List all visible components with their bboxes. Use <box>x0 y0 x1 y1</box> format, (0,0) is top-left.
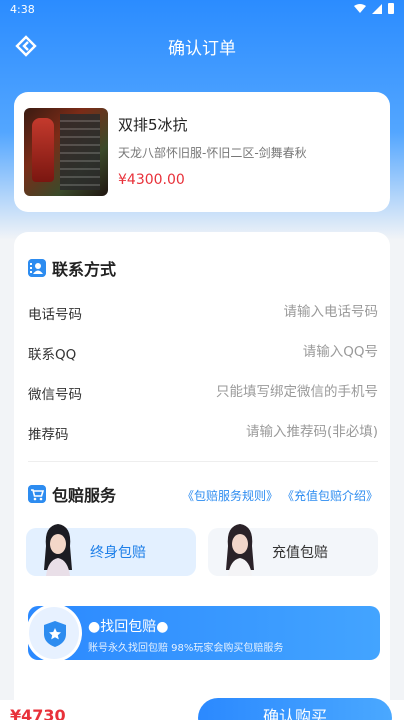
qq-row: 联系QQ <box>28 341 378 363</box>
product-server: 天龙八部怀旧服-怀旧二区-剑舞春秋 <box>118 146 307 160</box>
product-name: 双排5冰抗 <box>118 116 188 134</box>
thumbnail-inventory <box>60 114 100 190</box>
insurance-rules-link[interactable]: 《包赔服务规则》 <box>182 487 278 504</box>
contact-book-icon <box>28 259 46 277</box>
recovery-badge <box>26 604 82 662</box>
battery-icon <box>388 3 394 14</box>
nav-bar: 确认订单 <box>0 22 404 68</box>
contact-section-header: 联系方式 <box>28 256 116 280</box>
recharge-insurance-link[interactable]: 《充值包赔介绍》 <box>282 487 378 504</box>
wifi-icon <box>354 3 366 13</box>
insurance-links: 《包赔服务规则》 《充值包赔介绍》 <box>182 487 378 504</box>
phone-label: 电话号码 <box>28 307 82 323</box>
wechat-row: 微信号码 <box>28 381 378 403</box>
referral-row: 推荐码 <box>28 421 378 443</box>
cart-icon <box>28 485 46 503</box>
recovery-title: ●找回包赔● <box>88 619 169 635</box>
insurance-section-title: 包赔服务 <box>52 486 117 505</box>
phone-row: 电话号码 <box>28 301 378 323</box>
option-label: 充值包赔 <box>272 545 328 561</box>
status-bar: 4:38 <box>0 0 404 20</box>
page-title: 确认订单 <box>168 39 236 59</box>
recharge-insurance-option[interactable]: 充值包赔 <box>208 524 378 576</box>
section-divider <box>28 461 378 462</box>
phone-input[interactable] <box>148 301 378 323</box>
status-time: 4:38 <box>10 3 35 16</box>
avatar <box>44 524 72 576</box>
qq-input[interactable] <box>148 341 378 363</box>
thumbnail-character <box>32 118 54 182</box>
contact-section-title: 联系方式 <box>52 260 117 279</box>
product-price: ¥4300.00 <box>118 172 185 188</box>
product-thumbnail <box>24 108 108 196</box>
status-icons <box>354 3 394 14</box>
recovery-insurance-option[interactable]: ●找回包赔● 账号永久找回包赔 98%玩家会购买包赔服务 <box>26 604 380 662</box>
avatar <box>226 524 254 576</box>
product-card[interactable]: 双排5冰抗 天龙八部怀旧服-怀旧二区-剑舞春秋 ¥4300.00 <box>14 92 390 212</box>
wechat-label: 微信号码 <box>28 387 82 403</box>
wechat-input[interactable] <box>148 381 378 403</box>
shield-star-icon <box>44 621 66 647</box>
referral-label: 推荐码 <box>28 427 69 443</box>
lifetime-insurance-option[interactable]: 终身包赔 <box>26 524 196 576</box>
insurance-section-header: 包赔服务 <box>28 482 116 506</box>
order-form-card: 联系方式 电话号码 联系QQ 微信号码 推荐码 包赔服务 《包赔服务规则》 《充… <box>14 232 390 720</box>
option-label: 终身包赔 <box>90 545 146 561</box>
recovery-description: 账号永久找回包赔 98%玩家会购买包赔服务 <box>88 643 284 654</box>
qq-label: 联系QQ <box>28 347 77 363</box>
signal-icon <box>372 3 382 14</box>
total-price: ¥4730 <box>10 706 66 720</box>
referral-input[interactable] <box>148 421 378 443</box>
confirm-buy-button[interactable]: 确认购买 <box>198 698 392 720</box>
